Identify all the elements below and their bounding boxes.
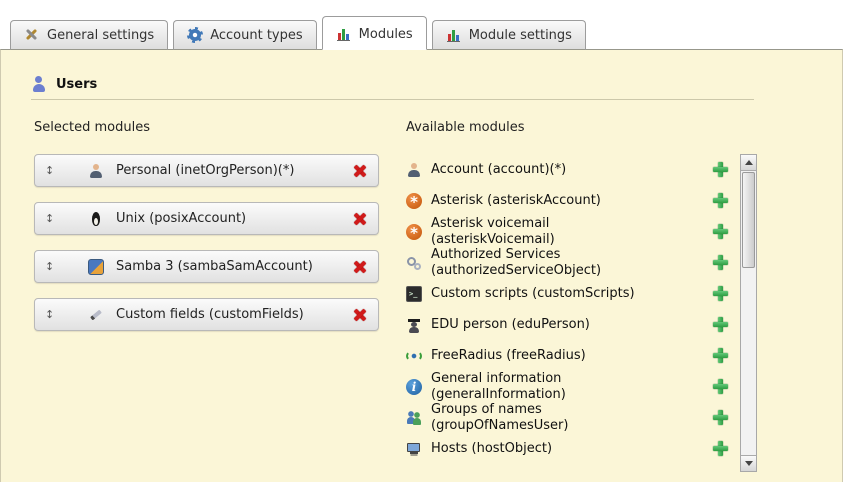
section-header: Users xyxy=(31,76,812,92)
tools-icon xyxy=(24,27,40,43)
asterisk-icon xyxy=(406,224,422,240)
chart-icon xyxy=(336,26,352,42)
available-module-label: Groups of names (groupOfNamesUser) xyxy=(431,402,669,433)
lam-configuration-page: General settings Account types Modules M… xyxy=(0,0,843,482)
selected-module-label: Unix (posixAccount) xyxy=(116,211,246,226)
chart-icon xyxy=(446,27,462,43)
add-module-icon[interactable] xyxy=(713,224,728,239)
gear-icon xyxy=(187,27,203,43)
section-divider xyxy=(31,99,754,100)
selected-module-row[interactable]: Unix (posixAccount) xyxy=(34,202,379,235)
available-modules-scrollbar[interactable] xyxy=(740,154,757,472)
add-module-icon[interactable] xyxy=(713,317,728,332)
tab[interactable]: General settings xyxy=(10,20,168,50)
add-module-icon[interactable] xyxy=(713,348,728,363)
tab-bar: General settings Account types Modules M… xyxy=(0,0,843,49)
available-module-label: Asterisk voicemail (asteriskVoicemail) xyxy=(431,216,669,247)
selected-module-label: Personal (inetOrgPerson)(*) xyxy=(116,163,294,178)
add-module-icon[interactable] xyxy=(713,410,728,425)
tab[interactable]: Module settings xyxy=(432,20,586,50)
available-module-row: Hosts (hostObject) xyxy=(406,433,736,464)
edu-icon xyxy=(406,317,422,333)
available-module-row: Custom scripts (customScripts) xyxy=(406,278,736,309)
drag-handle-icon[interactable] xyxy=(45,260,58,273)
remove-module-icon[interactable] xyxy=(352,163,368,179)
available-modules-heading: Available modules xyxy=(406,120,776,135)
asterisk-icon xyxy=(406,193,422,209)
gears-icon xyxy=(406,255,422,271)
add-module-icon[interactable] xyxy=(713,286,728,301)
drag-handle-icon[interactable] xyxy=(45,308,58,321)
available-module-label: Authorized Services (authorizedServiceOb… xyxy=(431,247,669,278)
available-module-row: Asterisk voicemail (asteriskVoicemail) xyxy=(406,216,736,247)
remove-module-icon[interactable] xyxy=(352,211,368,227)
tux-icon xyxy=(88,211,104,227)
selected-module-row[interactable]: Custom fields (customFields) xyxy=(34,298,379,331)
available-module-label: Hosts (hostObject) xyxy=(431,441,552,456)
content-area: Users Selected modules Personal (inetOrg… xyxy=(0,49,843,482)
users-icon xyxy=(31,76,47,92)
available-module-row: Asterisk (asteriskAccount) xyxy=(406,185,736,216)
host-icon xyxy=(406,441,422,457)
available-module-row: EDU person (eduPerson) xyxy=(406,309,736,340)
available-module-row: Authorized Services (authorizedServiceOb… xyxy=(406,247,736,278)
available-modules-list: Account (account)(*) Asterisk (asteriskA… xyxy=(406,154,736,472)
add-module-icon[interactable] xyxy=(713,255,728,270)
selected-module-label: Custom fields (customFields) xyxy=(116,307,304,322)
person-icon xyxy=(406,162,422,178)
tab-label: General settings xyxy=(47,28,154,43)
tab-label: Modules xyxy=(359,27,413,42)
available-module-row: Account (account)(*) xyxy=(406,154,736,185)
scroll-down-button[interactable] xyxy=(741,455,756,471)
drag-handle-icon[interactable] xyxy=(45,212,58,225)
available-module-label: FreeRadius (freeRadius) xyxy=(431,348,586,363)
remove-module-icon[interactable] xyxy=(352,259,368,275)
available-module-label: Custom scripts (customScripts) xyxy=(431,286,635,301)
add-module-icon[interactable] xyxy=(713,441,728,456)
available-module-row: Groups of names (groupOfNamesUser) xyxy=(406,402,736,433)
add-module-icon[interactable] xyxy=(713,162,728,177)
tab[interactable]: Modules xyxy=(322,16,427,50)
tab[interactable]: Account types xyxy=(173,20,316,50)
available-module-label: Account (account)(*) xyxy=(431,162,566,177)
selected-module-label: Samba 3 (sambaSamAccount) xyxy=(116,259,313,274)
selected-module-row[interactable]: Personal (inetOrgPerson)(*) xyxy=(34,154,379,187)
drag-handle-icon[interactable] xyxy=(45,164,58,177)
available-module-label: EDU person (eduPerson) xyxy=(431,317,590,332)
down-triangle-icon xyxy=(745,461,753,466)
module-columns: Selected modules Personal (inetOrgPerson… xyxy=(34,120,842,472)
pencil-icon xyxy=(88,307,104,323)
scrollbar-thumb[interactable] xyxy=(742,172,755,268)
radius-icon xyxy=(406,348,422,364)
available-modules-wrap: Account (account)(*) Asterisk (asteriskA… xyxy=(406,154,776,472)
selected-modules-list: Personal (inetOrgPerson)(*) Unix (posixA… xyxy=(34,154,380,331)
tab-label: Module settings xyxy=(469,28,572,43)
selected-modules-column: Selected modules Personal (inetOrgPerson… xyxy=(34,120,380,472)
remove-module-icon[interactable] xyxy=(352,307,368,323)
group-icon xyxy=(406,410,422,426)
scroll-up-button[interactable] xyxy=(741,155,756,171)
available-module-row: General information (generalInformation) xyxy=(406,371,736,402)
available-modules-column: Available modules Account (account)(*) xyxy=(406,120,776,472)
selected-modules-heading: Selected modules xyxy=(34,120,380,135)
available-module-label: Asterisk (asteriskAccount) xyxy=(431,193,601,208)
script-icon xyxy=(406,286,422,302)
samba-icon xyxy=(88,259,104,275)
person-icon xyxy=(88,163,104,179)
available-module-row: FreeRadius (freeRadius) xyxy=(406,340,736,371)
add-module-icon[interactable] xyxy=(713,193,728,208)
info-icon xyxy=(406,379,422,395)
selected-module-row[interactable]: Samba 3 (sambaSamAccount) xyxy=(34,250,379,283)
up-triangle-icon xyxy=(745,160,753,165)
add-module-icon[interactable] xyxy=(713,379,728,394)
section-title: Users xyxy=(56,77,97,92)
available-module-label: General information (generalInformation) xyxy=(431,371,669,402)
tab-label: Account types xyxy=(210,28,302,43)
